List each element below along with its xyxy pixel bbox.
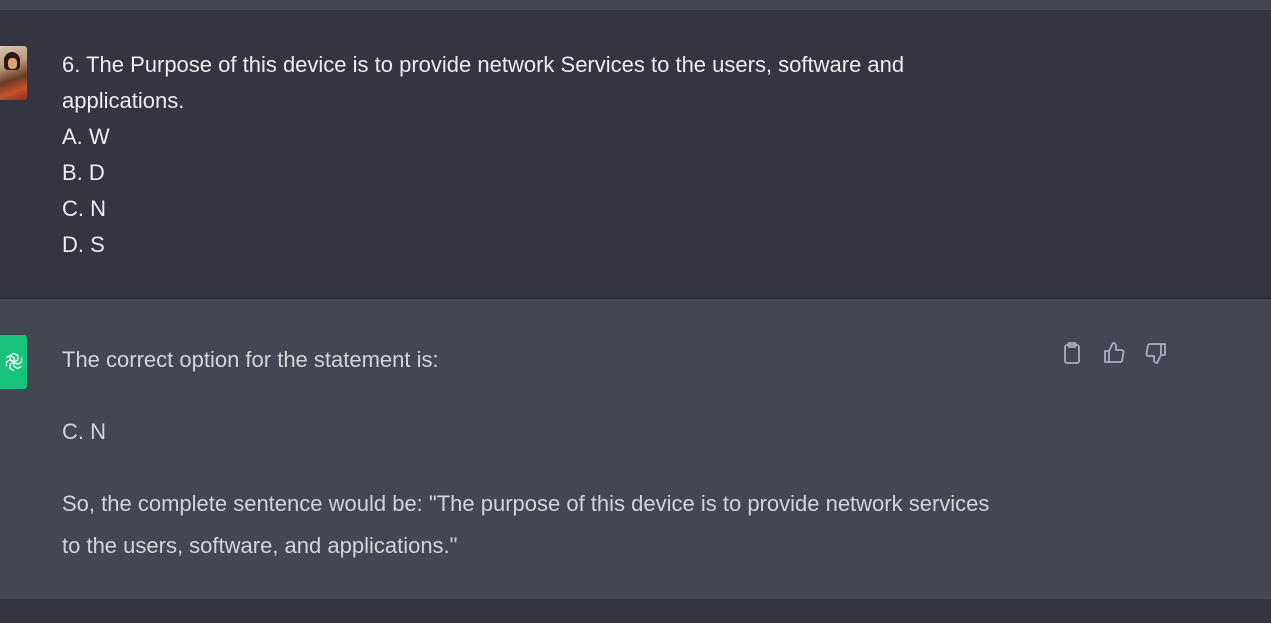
answer-intro: The correct option for the statement is:	[62, 347, 439, 372]
user-avatar	[0, 46, 27, 100]
answer-option: C. N	[62, 419, 106, 444]
thumbs-down-button[interactable]	[1144, 341, 1168, 365]
thumbs-up-button[interactable]	[1102, 341, 1126, 365]
assistant-message-text: The correct option for the statement is:…	[62, 339, 992, 567]
next-message-edge	[0, 599, 1271, 623]
option-b: B. D	[62, 160, 105, 185]
previous-message-edge	[0, 0, 1271, 10]
option-d: D. S	[62, 232, 105, 257]
question-text: 6. The Purpose of this device is to prov…	[62, 52, 905, 113]
user-message-text: 6. The Purpose of this device is to prov…	[62, 47, 992, 263]
answer-explanation: So, the complete sentence would be: "The…	[62, 491, 990, 558]
thumbs-down-icon	[1145, 343, 1166, 364]
clipboard-icon	[1064, 342, 1080, 364]
option-a: A. W	[62, 124, 110, 149]
user-message: 6. The Purpose of this device is to prov…	[0, 10, 1271, 299]
chatgpt-logo-icon	[0, 335, 27, 389]
message-actions	[1060, 341, 1168, 365]
thumbs-up-icon	[1104, 342, 1125, 363]
assistant-message: The correct option for the statement is:…	[0, 299, 1271, 599]
copy-button[interactable]	[1060, 341, 1084, 365]
option-c: C. N	[62, 196, 106, 221]
